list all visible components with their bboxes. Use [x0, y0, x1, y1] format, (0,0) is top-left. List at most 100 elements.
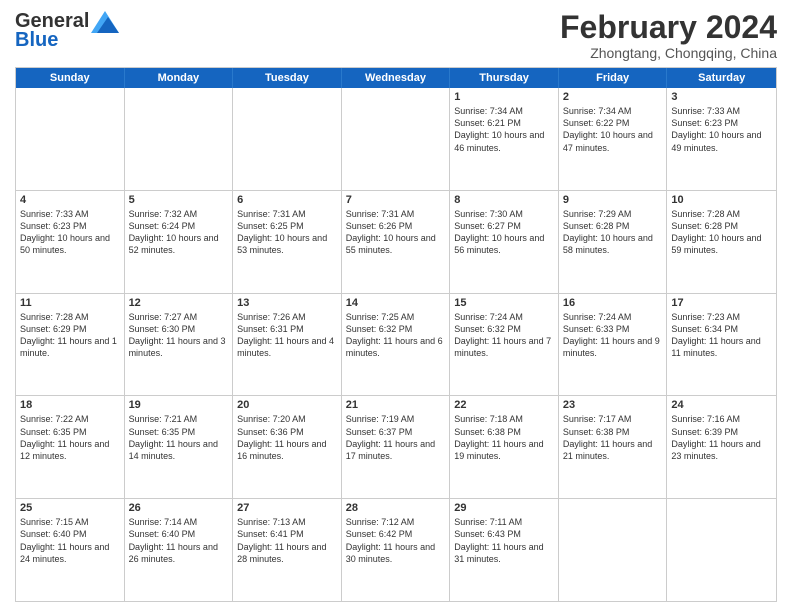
day-number: 5	[129, 194, 229, 206]
calendar-body: 1 Sunrise: 7:34 AM Sunset: 6:21 PM Daylig…	[16, 88, 776, 601]
day-number: 26	[129, 502, 229, 514]
day-info: Sunrise: 7:33 AM Sunset: 6:23 PM Dayligh…	[20, 208, 120, 257]
day-number: 3	[671, 91, 772, 103]
day-number: 17	[671, 297, 772, 309]
day-info: Sunrise: 7:17 AM Sunset: 6:38 PM Dayligh…	[563, 413, 663, 462]
day-info: Sunrise: 7:34 AM Sunset: 6:21 PM Dayligh…	[454, 105, 554, 154]
calendar-cell	[125, 88, 234, 190]
day-number: 21	[346, 399, 446, 411]
header-day-friday: Friday	[559, 68, 668, 88]
day-info: Sunrise: 7:20 AM Sunset: 6:36 PM Dayligh…	[237, 413, 337, 462]
day-number: 1	[454, 91, 554, 103]
title-area: February 2024 Zhongtang, Chongqing, Chin…	[560, 10, 777, 61]
day-info: Sunrise: 7:14 AM Sunset: 6:40 PM Dayligh…	[129, 516, 229, 565]
calendar-cell: 18 Sunrise: 7:22 AM Sunset: 6:35 PM Dayli…	[16, 396, 125, 498]
calendar-cell: 22Sunrise: 7:18 AM Sunset: 6:38 PM Dayli…	[450, 396, 559, 498]
day-info: Sunrise: 7:22 AM Sunset: 6:35 PM Dayligh…	[20, 413, 120, 462]
calendar-cell: 28Sunrise: 7:12 AM Sunset: 6:42 PM Dayli…	[342, 499, 451, 601]
header-day-sunday: Sunday	[16, 68, 125, 88]
page: General Blue February 2024 Zhongtang, Ch…	[0, 0, 792, 612]
day-number: 27	[237, 502, 337, 514]
calendar-cell: 2Sunrise: 7:34 AM Sunset: 6:22 PM Daylig…	[559, 88, 668, 190]
day-info: Sunrise: 7:13 AM Sunset: 6:41 PM Dayligh…	[237, 516, 337, 565]
day-info: Sunrise: 7:11 AM Sunset: 6:43 PM Dayligh…	[454, 516, 554, 565]
calendar-cell: 21Sunrise: 7:19 AM Sunset: 6:37 PM Dayli…	[342, 396, 451, 498]
calendar-cell: 7 Sunrise: 7:31 AM Sunset: 6:26 PM Daylig…	[342, 191, 451, 293]
calendar-cell: 12 Sunrise: 7:27 AM Sunset: 6:30 PM Dayli…	[125, 294, 234, 396]
day-number: 14	[346, 297, 446, 309]
day-number: 13	[237, 297, 337, 309]
day-number: 11	[20, 297, 120, 309]
day-info: Sunrise: 7:27 AM Sunset: 6:30 PM Dayligh…	[129, 311, 229, 360]
calendar-cell: 5 Sunrise: 7:32 AM Sunset: 6:24 PM Daylig…	[125, 191, 234, 293]
day-info: Sunrise: 7:29 AM Sunset: 6:28 PM Dayligh…	[563, 208, 663, 257]
location-subtitle: Zhongtang, Chongqing, China	[560, 45, 777, 61]
day-info: Sunrise: 7:28 AM Sunset: 6:28 PM Dayligh…	[671, 208, 772, 257]
day-info: Sunrise: 7:31 AM Sunset: 6:26 PM Dayligh…	[346, 208, 446, 257]
day-number: 25	[20, 502, 120, 514]
calendar-cell	[342, 88, 451, 190]
day-number: 9	[563, 194, 663, 206]
calendar: SundayMondayTuesdayWednesdayThursdayFrid…	[15, 67, 777, 602]
calendar-cell: 27 Sunrise: 7:13 AM Sunset: 6:41 PM Dayli…	[233, 499, 342, 601]
calendar-cell: 6Sunrise: 7:31 AM Sunset: 6:25 PM Daylig…	[233, 191, 342, 293]
day-number: 28	[346, 502, 446, 514]
day-number: 16	[563, 297, 663, 309]
calendar-cell: 29 Sunrise: 7:11 AM Sunset: 6:43 PM Dayli…	[450, 499, 559, 601]
day-info: Sunrise: 7:33 AM Sunset: 6:23 PM Dayligh…	[671, 105, 772, 154]
day-number: 4	[20, 194, 120, 206]
header: General Blue February 2024 Zhongtang, Ch…	[15, 10, 777, 61]
calendar-week-1: 1 Sunrise: 7:34 AM Sunset: 6:21 PM Daylig…	[16, 88, 776, 191]
calendar-cell: 26 Sunrise: 7:14 AM Sunset: 6:40 PM Dayli…	[125, 499, 234, 601]
day-number: 7	[346, 194, 446, 206]
calendar-cell: 16Sunrise: 7:24 AM Sunset: 6:33 PM Dayli…	[559, 294, 668, 396]
calendar-cell: 24Sunrise: 7:16 AM Sunset: 6:39 PM Dayli…	[667, 396, 776, 498]
calendar-week-4: 18 Sunrise: 7:22 AM Sunset: 6:35 PM Dayli…	[16, 396, 776, 499]
calendar-cell: 20Sunrise: 7:20 AM Sunset: 6:36 PM Dayli…	[233, 396, 342, 498]
header-day-wednesday: Wednesday	[342, 68, 451, 88]
day-number: 23	[563, 399, 663, 411]
day-number: 19	[129, 399, 229, 411]
calendar-cell: 13Sunrise: 7:26 AM Sunset: 6:31 PM Dayli…	[233, 294, 342, 396]
day-number: 12	[129, 297, 229, 309]
calendar-cell	[16, 88, 125, 190]
calendar-cell: 9 Sunrise: 7:29 AM Sunset: 6:28 PM Daylig…	[559, 191, 668, 293]
calendar-cell: 17 Sunrise: 7:23 AM Sunset: 6:34 PM Dayli…	[667, 294, 776, 396]
day-info: Sunrise: 7:28 AM Sunset: 6:29 PM Dayligh…	[20, 311, 120, 360]
logo-icon	[91, 11, 119, 33]
logo-text: General Blue	[15, 10, 119, 52]
day-number: 29	[454, 502, 554, 514]
calendar-cell: 15Sunrise: 7:24 AM Sunset: 6:32 PM Dayli…	[450, 294, 559, 396]
day-info: Sunrise: 7:25 AM Sunset: 6:32 PM Dayligh…	[346, 311, 446, 360]
calendar-cell: 4 Sunrise: 7:33 AM Sunset: 6:23 PM Daylig…	[16, 191, 125, 293]
day-info: Sunrise: 7:31 AM Sunset: 6:25 PM Dayligh…	[237, 208, 337, 257]
calendar-cell	[233, 88, 342, 190]
day-number: 18	[20, 399, 120, 411]
calendar-cell: 23 Sunrise: 7:17 AM Sunset: 6:38 PM Dayli…	[559, 396, 668, 498]
day-info: Sunrise: 7:32 AM Sunset: 6:24 PM Dayligh…	[129, 208, 229, 257]
day-info: Sunrise: 7:23 AM Sunset: 6:34 PM Dayligh…	[671, 311, 772, 360]
calendar-week-3: 11 Sunrise: 7:28 AM Sunset: 6:29 PM Dayli…	[16, 294, 776, 397]
day-number: 2	[563, 91, 663, 103]
calendar-cell: 25Sunrise: 7:15 AM Sunset: 6:40 PM Dayli…	[16, 499, 125, 601]
logo: General Blue	[15, 10, 119, 52]
calendar-header-row: SundayMondayTuesdayWednesdayThursdayFrid…	[16, 68, 776, 88]
calendar-cell: 8Sunrise: 7:30 AM Sunset: 6:27 PM Daylig…	[450, 191, 559, 293]
calendar-cell: 14 Sunrise: 7:25 AM Sunset: 6:32 PM Dayli…	[342, 294, 451, 396]
calendar-cell	[667, 499, 776, 601]
calendar-week-5: 25Sunrise: 7:15 AM Sunset: 6:40 PM Dayli…	[16, 499, 776, 601]
calendar-cell: 10Sunrise: 7:28 AM Sunset: 6:28 PM Dayli…	[667, 191, 776, 293]
header-day-monday: Monday	[125, 68, 234, 88]
calendar-cell: 11 Sunrise: 7:28 AM Sunset: 6:29 PM Dayli…	[16, 294, 125, 396]
month-title: February 2024	[560, 10, 777, 45]
calendar-week-2: 4 Sunrise: 7:33 AM Sunset: 6:23 PM Daylig…	[16, 191, 776, 294]
day-info: Sunrise: 7:24 AM Sunset: 6:32 PM Dayligh…	[454, 311, 554, 360]
calendar-cell: 1 Sunrise: 7:34 AM Sunset: 6:21 PM Daylig…	[450, 88, 559, 190]
day-number: 8	[454, 194, 554, 206]
calendar-cell: 19 Sunrise: 7:21 AM Sunset: 6:35 PM Dayli…	[125, 396, 234, 498]
calendar-cell: 3 Sunrise: 7:33 AM Sunset: 6:23 PM Daylig…	[667, 88, 776, 190]
day-info: Sunrise: 7:21 AM Sunset: 6:35 PM Dayligh…	[129, 413, 229, 462]
header-day-thursday: Thursday	[450, 68, 559, 88]
day-number: 22	[454, 399, 554, 411]
calendar-cell	[559, 499, 668, 601]
